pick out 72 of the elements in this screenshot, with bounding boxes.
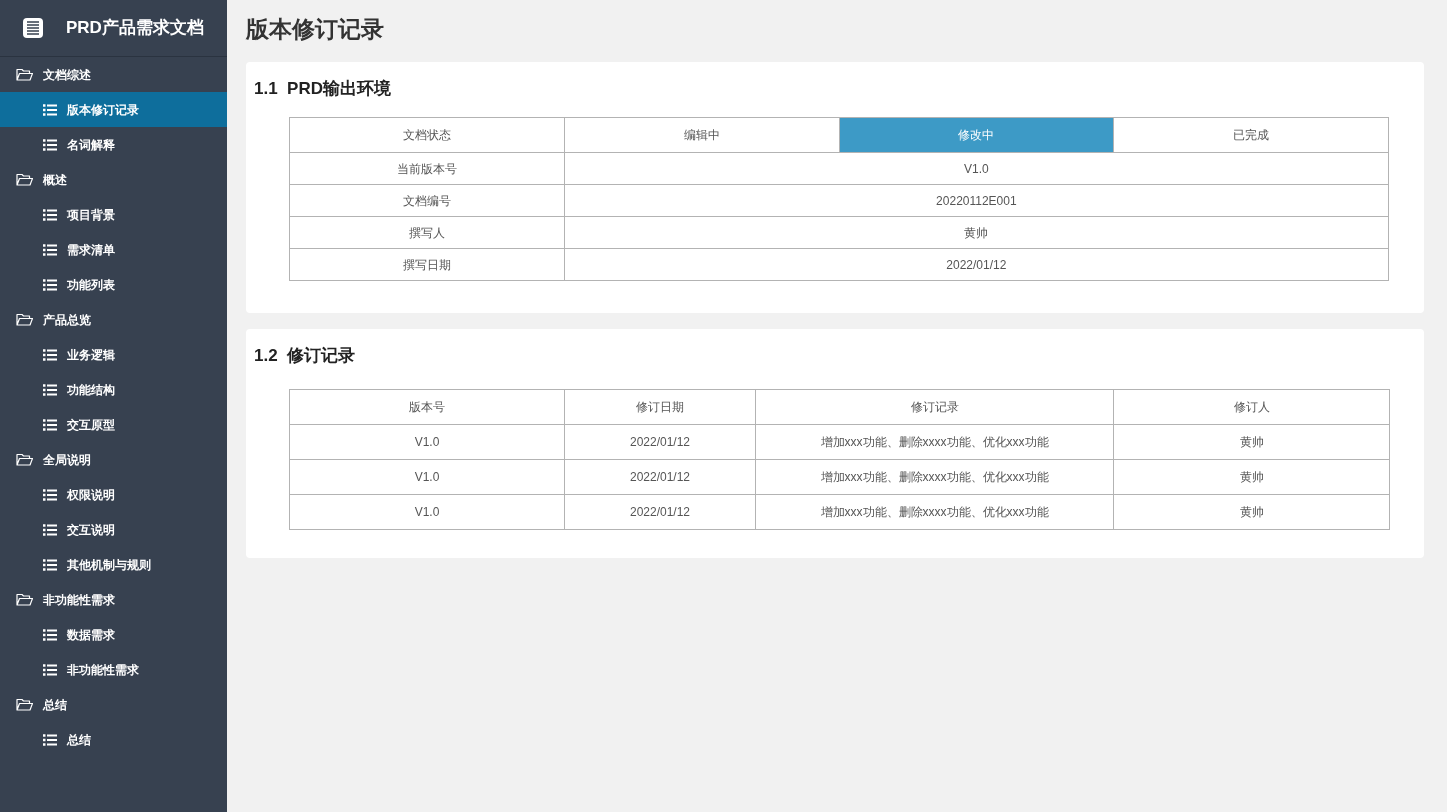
list-icon: [43, 663, 57, 676]
table-cell: 增加xxx功能、删除xxxx功能、优化xxx功能: [755, 459, 1114, 495]
sidebar-item[interactable]: 总结: [0, 722, 227, 757]
table-cell: V1.0: [289, 459, 565, 495]
folder-icon: [16, 173, 33, 186]
table-cell: 黄帅: [1113, 459, 1390, 495]
table-cell: 撰写人: [289, 216, 565, 249]
status-option[interactable]: 编辑中: [564, 117, 839, 153]
table-cell: 黄帅: [1113, 424, 1390, 460]
table-cell: 2022/01/12: [564, 248, 1389, 281]
folder-icon: [16, 313, 33, 326]
sidebar-group[interactable]: 非功能性需求: [0, 582, 227, 617]
list-icon: [43, 208, 57, 221]
table-cell: 文档编号: [289, 184, 565, 217]
sidebar-item[interactable]: 功能结构: [0, 372, 227, 407]
folder-icon: [16, 453, 33, 466]
status-option[interactable]: 已完成: [1113, 117, 1389, 153]
table-cell: 当前版本号: [289, 152, 565, 185]
table-cell: 黄帅: [1113, 494, 1390, 530]
sidebar-group[interactable]: 全局说明: [0, 442, 227, 477]
table-cell: 20220112E001: [564, 184, 1389, 217]
section-title: 1.1 PRD输出环境: [253, 78, 392, 100]
table-cell: 增加xxx功能、删除xxxx功能、优化xxx功能: [755, 494, 1114, 530]
table-cell: V1.0: [289, 424, 565, 460]
sidebar-item[interactable]: 权限说明: [0, 477, 227, 512]
list-icon: [43, 733, 57, 746]
list-icon: [43, 348, 57, 361]
sidebar-item[interactable]: 功能列表: [0, 267, 227, 302]
sidebar-item[interactable]: 交互原型: [0, 407, 227, 442]
sidebar-group[interactable]: 概述: [0, 162, 227, 197]
list-icon: [43, 243, 57, 256]
page-title: 版本修订记录: [246, 15, 385, 44]
table-cell: 撰写日期: [289, 248, 565, 281]
list-icon: [43, 523, 57, 536]
sidebar-item[interactable]: 需求清单: [0, 232, 227, 267]
app-title: PRD产品需求文档: [66, 17, 204, 40]
sidebar-group[interactable]: 总结: [0, 687, 227, 722]
list-icon: [43, 488, 57, 501]
sidebar-item[interactable]: 业务逻辑: [0, 337, 227, 372]
sidebar-item[interactable]: 版本修订记录: [0, 92, 227, 127]
sidebar-group[interactable]: 产品总览: [0, 302, 227, 337]
list-icon: [43, 418, 57, 431]
table-cell: 2022/01/12: [564, 494, 756, 530]
table-cell: 2022/01/12: [564, 424, 756, 460]
section-title: 1.2 修订记录: [253, 345, 357, 367]
folder-icon: [16, 698, 33, 711]
list-icon: [43, 103, 57, 116]
table-cell: V1.0: [564, 152, 1389, 185]
sidebar-item[interactable]: 非功能性需求: [0, 652, 227, 687]
list-icon: [43, 138, 57, 151]
list-icon: [43, 278, 57, 291]
table-cell: 文档状态: [289, 117, 565, 153]
sidebar-item[interactable]: 交互说明: [0, 512, 227, 547]
list-icon: [43, 383, 57, 396]
column-header: 版本号: [289, 389, 565, 425]
table-cell: 2022/01/12: [564, 459, 756, 495]
document-icon: [22, 17, 44, 39]
sidebar-item[interactable]: 其他机制与规则: [0, 547, 227, 582]
sidebar-item[interactable]: 项目背景: [0, 197, 227, 232]
folder-icon: [16, 68, 33, 81]
sidebar-item[interactable]: 名词解释: [0, 127, 227, 162]
list-icon: [43, 628, 57, 641]
table-cell: 黄帅: [564, 216, 1389, 249]
sidebar-group[interactable]: 文档综述: [0, 57, 227, 92]
folder-icon: [16, 593, 33, 606]
list-icon: [43, 558, 57, 571]
table-cell: 增加xxx功能、删除xxxx功能、优化xxx功能: [755, 424, 1114, 460]
column-header: 修订记录: [755, 389, 1114, 425]
column-header: 修订人: [1113, 389, 1390, 425]
column-header: 修订日期: [564, 389, 756, 425]
sidebar-item[interactable]: 数据需求: [0, 617, 227, 652]
table-cell: V1.0: [289, 494, 565, 530]
